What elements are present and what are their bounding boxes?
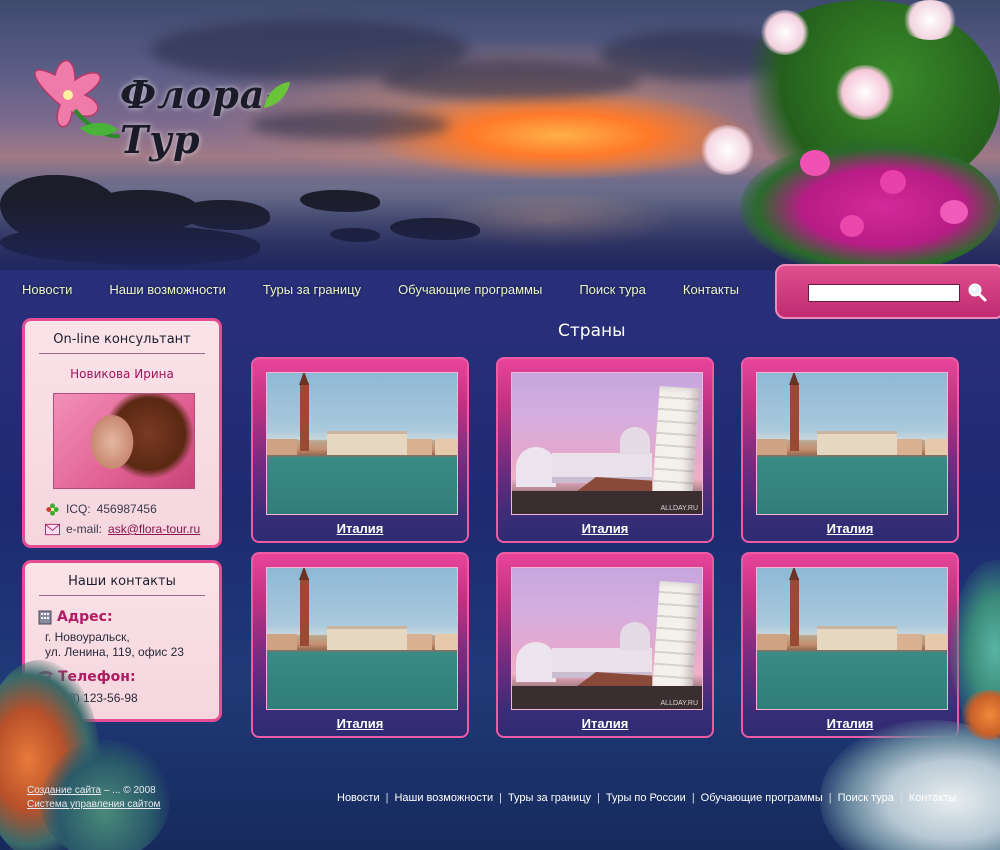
nav-item-news[interactable]: Новости [22,282,72,302]
country-link[interactable]: Италия [253,521,467,536]
nav-item-features[interactable]: Наши возможности [109,282,226,302]
country-card[interactable]: Италия [251,552,469,738]
country-link[interactable]: Италия [498,716,712,731]
footer-nav-news[interactable]: Новости [337,792,380,804]
main-nav: Новости Наши возможности Туры за границу… [22,282,776,302]
icq-value: 456987456 [96,502,157,516]
contacts-title: Наши контакты [39,574,205,596]
image-watermark: ALLDAY.RU [660,505,698,512]
address-line: ул. Ленина, 119, офис 23 [45,645,184,659]
consultant-title: On-line консультант [39,332,205,354]
email-label: e-mail: [66,522,103,536]
icq-flower-icon [46,502,59,516]
search-icon[interactable] [967,282,987,302]
icq-label: ICQ: [66,502,91,516]
consultant-panel: On-line консультант Новикова Ирина ICQ: … [22,318,222,548]
cms-link[interactable]: Система управления сайтом [27,799,160,810]
pisa-tower-image[interactable]: ALLDAY.RU [511,567,703,710]
country-card[interactable]: ALLDAY.RU Италия [496,552,714,738]
footer-nav-tours-abroad[interactable]: Туры за границу [508,792,591,804]
nav-item-tours-abroad[interactable]: Туры за границу [263,282,361,302]
lily-flower-icon [34,59,120,139]
address-text: г. Новоуральск, ул. Ленина, 119, офис 23 [45,630,184,660]
country-card[interactable]: Италия [741,357,959,543]
leaf-icon [264,82,290,108]
footer-nav-tour-search[interactable]: Поиск тура [838,792,894,804]
icq-line: ICQ: 456987456 [45,502,157,516]
venice-image[interactable] [266,372,458,515]
country-card[interactable]: ALLDAY.RU Италия [496,357,714,543]
country-link[interactable]: Италия [743,521,957,536]
address-heading: Адрес: [37,609,113,625]
footer-credits: Создание сайта – ... © 2008 Система упра… [27,784,160,812]
venice-image[interactable] [756,567,948,710]
site-logo[interactable]: Флора-Тур [20,50,300,162]
country-card[interactable]: Италия [251,357,469,543]
footer-nav-tours-russia[interactable]: Туры по России [606,792,686,804]
email-line: e-mail: ask@flora-tour.ru [45,522,200,536]
consultant-photo [53,393,195,489]
page-title: Страны [558,321,626,341]
footer-nav-contacts[interactable]: Контакты [909,792,957,804]
search-input[interactable] [808,284,960,302]
venice-image[interactable] [266,567,458,710]
create-site-link[interactable]: Создание сайта [27,785,101,796]
footer-nav-training[interactable]: Обучающие программы [701,792,823,804]
venice-image[interactable] [756,372,948,515]
country-link[interactable]: Италия [253,716,467,731]
country-link[interactable]: Италия [498,521,712,536]
copyright-text: – ... © 2008 [101,785,156,796]
consultant-name: Новикова Ирина [70,367,174,381]
nav-item-training[interactable]: Обучающие программы [398,282,542,302]
footer-nav: Новости | Наши возможности | Туры за границу… [337,792,957,804]
email-link[interactable]: ask@flora-tour.ru [108,522,200,536]
cloud [380,60,640,100]
image-watermark: ALLDAY.RU [660,700,698,707]
search-box [775,264,1000,319]
pisa-tower-image[interactable]: ALLDAY.RU [511,372,703,515]
address-label: Адрес: [57,609,113,625]
country-card[interactable]: Италия [741,552,959,738]
building-icon [38,610,52,625]
nav-item-tour-search[interactable]: Поиск тура [579,282,646,302]
envelope-icon [45,523,60,535]
address-line: г. Новоуральск, [45,630,130,644]
nav-item-contacts[interactable]: Контакты [683,282,739,302]
header-banner: Флора-Тур [0,0,1000,270]
footer-nav-features[interactable]: Наши возможности [394,792,493,804]
